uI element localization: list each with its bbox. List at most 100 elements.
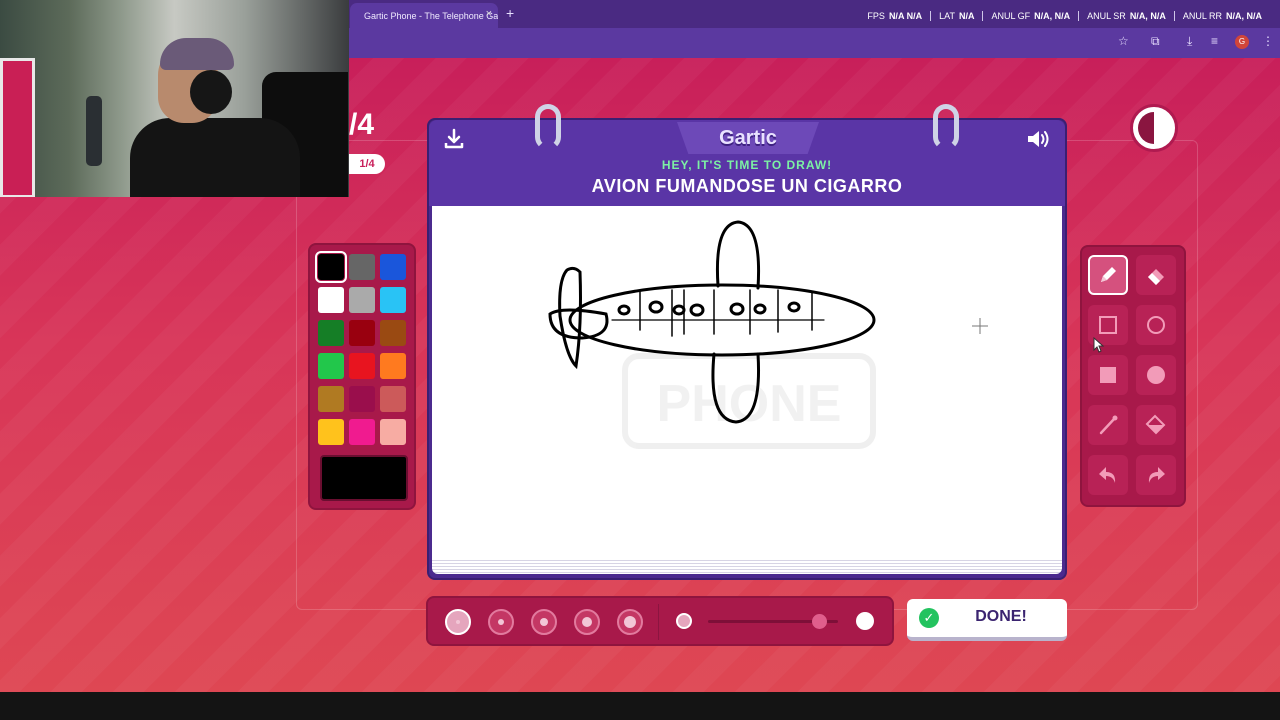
- gartic-logo: Gartic: [677, 122, 819, 154]
- round-counter: /4: [349, 108, 375, 141]
- brush-controls: [426, 596, 894, 646]
- color-swatch[interactable]: [349, 419, 375, 445]
- color-swatch[interactable]: [380, 320, 406, 346]
- brush-size-button[interactable]: [574, 609, 600, 635]
- current-color-preview: [320, 455, 408, 501]
- ellipse-fill-tool[interactable]: [1136, 355, 1176, 395]
- stat-lat: LAT N/A: [931, 11, 984, 21]
- line-icon: [1099, 415, 1118, 435]
- color-swatch[interactable]: [315, 251, 347, 283]
- timer-progress: [1138, 112, 1170, 144]
- fill-bucket-tool[interactable]: [1136, 405, 1176, 445]
- brush-size-dot: [498, 619, 504, 625]
- color-palette: [308, 243, 416, 510]
- redo-tool[interactable]: [1136, 455, 1176, 495]
- color-swatch[interactable]: [318, 419, 344, 445]
- stat-anul-rr: ANUL RR N/A, N/A: [1182, 11, 1262, 21]
- undo-tool[interactable]: [1088, 455, 1128, 495]
- opacity-min-icon: [676, 613, 692, 629]
- timer-icon: [1130, 104, 1178, 152]
- brush-size-button[interactable]: [445, 609, 471, 635]
- done-button-label: DONE!: [975, 608, 1027, 625]
- drawing-notebook: Gartic HEY, IT'S TIME TO DRAW! AVION FUM…: [427, 104, 1067, 580]
- notebook-page-edge: [432, 558, 1062, 574]
- webcam-overlay: [0, 0, 349, 197]
- media-icon[interactable]: ≡: [1211, 34, 1218, 48]
- webcam-bottle: [86, 96, 102, 166]
- color-swatch[interactable]: [380, 386, 406, 412]
- brush-size-dot: [456, 620, 460, 624]
- brush-size-dot: [540, 618, 548, 626]
- new-tab-button[interactable]: +: [506, 5, 514, 21]
- brush-size-button[interactable]: [617, 609, 643, 635]
- canvas-drawing: PHONE: [548, 220, 876, 449]
- color-swatch[interactable]: [318, 287, 344, 313]
- color-swatch[interactable]: [349, 320, 375, 346]
- ellipse-outline-icon: [1147, 316, 1165, 334]
- color-swatch[interactable]: [349, 353, 375, 379]
- brush-size-dot: [582, 617, 592, 627]
- color-swatch[interactable]: [318, 353, 344, 379]
- opacity-slider[interactable]: [708, 614, 838, 629]
- menu-icon[interactable]: ⋮: [1262, 34, 1274, 48]
- line-tool[interactable]: [1088, 405, 1128, 445]
- mouse-pointer-icon: [1093, 336, 1105, 358]
- eraser-tool[interactable]: [1136, 255, 1176, 295]
- extensions-icon[interactable]: ⧉: [1151, 34, 1160, 49]
- color-swatch[interactable]: [349, 287, 375, 313]
- webcam-monitor: [0, 58, 35, 197]
- round-badge: 1/4: [349, 154, 385, 174]
- stat-anul-sr: ANUL SR N/A, N/A: [1079, 11, 1175, 21]
- draw-subtitle: HEY, IT'S TIME TO DRAW!: [661, 158, 833, 172]
- color-swatch[interactable]: [349, 254, 375, 280]
- color-swatch[interactable]: [349, 386, 375, 412]
- controls-divider: [658, 604, 659, 640]
- pencil-icon: [1101, 267, 1116, 282]
- color-swatch[interactable]: [380, 353, 406, 379]
- color-swatch[interactable]: [318, 386, 344, 412]
- color-swatch[interactable]: [380, 287, 406, 313]
- rectangle-fill-tool[interactable]: [1088, 355, 1128, 395]
- tab-close-icon[interactable]: ×: [486, 8, 492, 20]
- profile-avatar[interactable]: G: [1235, 35, 1249, 49]
- draw-prompt: AVION FUMANDOSE UN CIGARRO: [591, 176, 903, 196]
- rectangle-fill-icon: [1100, 367, 1116, 383]
- undo-icon: [1099, 467, 1116, 483]
- download-drawing-icon[interactable]: [443, 128, 465, 155]
- color-swatch[interactable]: [380, 254, 406, 280]
- binder-ring-left: [535, 104, 561, 150]
- tool-panel: [1080, 245, 1186, 507]
- canvas-watermark: PHONE: [622, 353, 876, 449]
- brush-size-button[interactable]: [488, 609, 514, 635]
- binder-ring-right: [933, 104, 959, 150]
- sound-icon[interactable]: [1025, 128, 1051, 155]
- color-swatch[interactable]: [380, 419, 406, 445]
- redo-icon: [1148, 467, 1165, 483]
- color-swatch[interactable]: [318, 320, 344, 346]
- pencil-tool[interactable]: [1088, 255, 1128, 295]
- stat-anul-gf: ANUL GF N/A, N/A: [983, 11, 1080, 21]
- watermark-text: PHONE: [657, 375, 842, 433]
- ellipse-fill-icon: [1147, 366, 1165, 384]
- webcam-person-cap: [160, 38, 234, 70]
- eraser-icon: [1148, 269, 1164, 285]
- webcam-headset: [190, 70, 232, 114]
- opacity-max-icon: [856, 612, 874, 630]
- brush-size-dot: [624, 616, 636, 628]
- done-button[interactable]: ✓ DONE!: [907, 599, 1067, 641]
- tab-title: Gartic Phone - The Telephone Game: [364, 10, 498, 21]
- check-icon: ✓: [919, 608, 939, 628]
- bookmark-star-icon[interactable]: ☆: [1118, 34, 1129, 48]
- ellipse-outline-tool[interactable]: [1136, 305, 1176, 345]
- drawing-canvas[interactable]: PHONE: [432, 206, 1062, 558]
- brush-size-button[interactable]: [531, 609, 557, 635]
- fill-bucket-icon: [1145, 414, 1166, 435]
- screen-bottom-bar: [0, 692, 1280, 720]
- webcam-person-body: [130, 118, 300, 197]
- browser-tab[interactable]: Gartic Phone - The Telephone Game ×: [350, 3, 498, 28]
- opacity-slider-handle[interactable]: [811, 614, 827, 629]
- overlay-stats: FPS N/A N/A LAT N/A ANUL GF N/A, N/A ANUL S…: [859, 11, 1270, 21]
- download-icon[interactable]: ⤓: [1187, 34, 1192, 49]
- stat-fps: FPS N/A N/A: [859, 11, 932, 21]
- rectangle-outline-icon: [1099, 316, 1117, 334]
